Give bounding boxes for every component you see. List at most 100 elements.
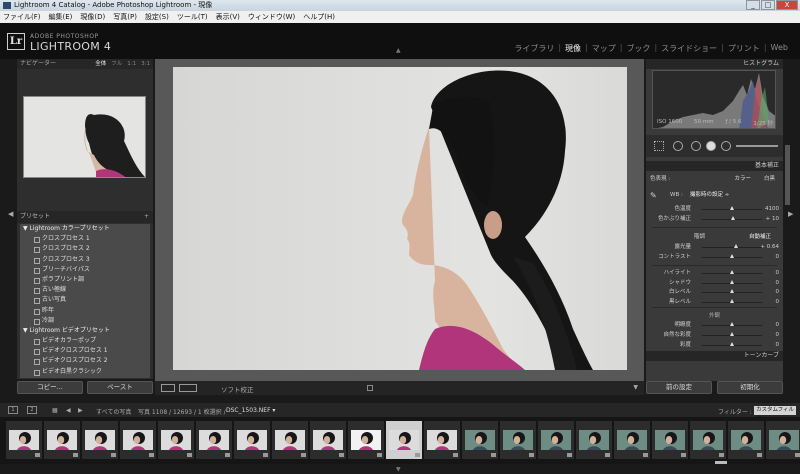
menu-settings[interactable]: 設定(S) bbox=[145, 12, 169, 22]
slider-value[interactable]: 0 bbox=[776, 341, 780, 350]
zoom-1-1[interactable]: 1:1 bbox=[127, 59, 136, 69]
slider-thumb[interactable] bbox=[729, 279, 734, 284]
filmstrip-thumbnail[interactable] bbox=[272, 421, 308, 459]
slider-value[interactable]: 0 bbox=[776, 331, 780, 340]
preset-item[interactable]: クロスプロセス 2 bbox=[20, 244, 150, 254]
auto-tone-button[interactable]: 自動補正 bbox=[749, 233, 771, 242]
filmstrip-thumbnail[interactable] bbox=[6, 421, 42, 459]
filmstrip-thumbnail[interactable] bbox=[576, 421, 612, 459]
module-print[interactable]: プリント bbox=[724, 43, 764, 54]
adjustment-brush-icon[interactable] bbox=[721, 141, 731, 151]
zoom-fit[interactable]: 全体 bbox=[95, 59, 106, 69]
preset-item[interactable]: 古い写真 bbox=[20, 295, 150, 305]
filmstrip-thumbnail[interactable] bbox=[728, 421, 764, 459]
back-arrow-icon[interactable]: ◀ bbox=[66, 407, 71, 414]
filmstrip-thumbnail[interactable] bbox=[538, 421, 574, 459]
module-map[interactable]: マップ bbox=[588, 43, 620, 54]
navigator-header[interactable]: ナビゲーター 全体 フル 1:1 3:1 bbox=[17, 59, 153, 69]
filmstrip-thumbnail[interactable] bbox=[234, 421, 270, 459]
slider-thumb[interactable] bbox=[729, 254, 734, 258]
preset-item[interactable]: 古い極線 bbox=[20, 285, 150, 295]
eyedropper-icon[interactable]: ✎ bbox=[650, 191, 657, 200]
slider-thumb[interactable] bbox=[734, 244, 739, 248]
filmstrip-thumbnail[interactable] bbox=[82, 421, 118, 459]
slider-value[interactable]: 4100 bbox=[765, 205, 779, 214]
histogram-header[interactable]: ヒストグラム bbox=[646, 59, 783, 69]
preset-item[interactable]: ポラプリント調 bbox=[20, 275, 150, 285]
filename[interactable]: DSC_1503.NEF ▾ bbox=[226, 407, 275, 414]
slider-value[interactable]: 0 bbox=[776, 298, 780, 307]
slider-thumb[interactable] bbox=[729, 332, 734, 336]
menu-tools[interactable]: ツール(T) bbox=[177, 12, 208, 22]
collapse-bottom-arrow-icon[interactable]: ▼ bbox=[396, 466, 401, 473]
slider-value[interactable]: + 10 bbox=[766, 215, 779, 224]
grid-view-icon[interactable]: ▦ bbox=[52, 407, 58, 414]
filmstrip-scrollbar[interactable] bbox=[715, 461, 727, 464]
preset-item[interactable]: ビデオ白黒クラシック bbox=[20, 367, 150, 377]
slider-thumb[interactable] bbox=[729, 206, 734, 210]
menu-photo[interactable]: 写真(P) bbox=[113, 12, 137, 22]
red-eye-icon[interactable] bbox=[691, 141, 701, 151]
filmstrip-thumbnail[interactable] bbox=[120, 421, 156, 459]
menu-help[interactable]: ヘルプ(H) bbox=[303, 12, 335, 22]
filter-dropdown[interactable]: カスタムフィルター ÷ bbox=[754, 406, 796, 422]
page-1-button[interactable]: 1 bbox=[8, 406, 18, 414]
filmstrip-thumbnail[interactable] bbox=[310, 421, 346, 459]
main-photo[interactable] bbox=[173, 67, 627, 370]
filmstrip-thumbnail[interactable] bbox=[348, 421, 384, 459]
copy-button[interactable]: コピー... bbox=[17, 381, 83, 394]
slider-thumb[interactable] bbox=[731, 216, 736, 220]
filmstrip-thumbnail[interactable] bbox=[44, 421, 80, 459]
filmstrip-thumbnail[interactable] bbox=[766, 421, 800, 459]
zoom-3-1[interactable]: 3:1 bbox=[141, 59, 150, 69]
slider-thumb[interactable] bbox=[729, 270, 734, 274]
module-book[interactable]: ブック bbox=[622, 43, 654, 54]
preset-item[interactable]: ビデオクロスプロセス 2 bbox=[20, 356, 150, 366]
tone-curve-header[interactable]: トーンカーブ bbox=[646, 351, 783, 361]
add-preset-icon[interactable]: + bbox=[144, 211, 149, 223]
collapse-top-arrow-icon[interactable]: ▲ bbox=[396, 47, 401, 54]
filmstrip-thumbnail[interactable] bbox=[500, 421, 536, 459]
tool-slider[interactable] bbox=[736, 145, 778, 147]
zoom-fill[interactable]: フル bbox=[111, 59, 122, 69]
filmstrip-thumbnail[interactable] bbox=[424, 421, 460, 459]
paste-button[interactable]: ペースト bbox=[87, 381, 153, 394]
slider-value[interactable]: 0 bbox=[776, 253, 780, 262]
module-web[interactable]: Web bbox=[767, 43, 792, 54]
maximize-button[interactable]: □ bbox=[761, 0, 775, 10]
filmstrip-thumbnail[interactable] bbox=[652, 421, 688, 459]
right-panel-scrollbar[interactable] bbox=[785, 145, 790, 205]
menu-file[interactable]: ファイル(F) bbox=[3, 12, 41, 22]
slider-track[interactable] bbox=[702, 247, 762, 248]
page-2-button[interactable]: 2 bbox=[27, 406, 37, 414]
preset-item[interactable]: ビデオクロスプロセス 1 bbox=[20, 346, 150, 356]
toolbar-menu-icon[interactable]: ▼ bbox=[633, 384, 638, 391]
slider-thumb[interactable] bbox=[729, 322, 734, 326]
slider-thumb[interactable] bbox=[729, 342, 734, 346]
filmstrip-thumbnail[interactable] bbox=[158, 421, 194, 459]
wb-dropdown[interactable]: 撮影時の設定 ÷ bbox=[690, 191, 729, 200]
slider-thumb[interactable] bbox=[729, 289, 734, 293]
slider-value[interactable]: 0 bbox=[776, 269, 780, 278]
collapse-left-arrow-icon[interactable]: ◀ bbox=[8, 210, 13, 218]
crop-overlay-icon[interactable] bbox=[654, 141, 664, 151]
filmstrip-thumbnail[interactable] bbox=[462, 421, 498, 459]
before-after-view-icon[interactable] bbox=[179, 384, 197, 392]
source-label[interactable]: すべての写真 bbox=[96, 407, 131, 416]
basic-header[interactable]: 基本補正 bbox=[646, 161, 783, 171]
preset-item[interactable]: クロスプロセス 1 bbox=[20, 234, 150, 244]
preset-item[interactable]: ブリーチバイパス bbox=[20, 265, 150, 275]
presets-header[interactable]: プリセット + bbox=[17, 211, 153, 223]
filmstrip-thumbnail[interactable] bbox=[386, 421, 422, 459]
filmstrip-thumbnail[interactable] bbox=[614, 421, 650, 459]
menu-window[interactable]: ウィンドウ(W) bbox=[248, 12, 295, 22]
preset-folder[interactable]: ▼ Lightroom カラープリセット bbox=[20, 224, 150, 234]
treatment-bw[interactable]: 白黒 bbox=[764, 175, 775, 184]
slider-value[interactable]: 0 bbox=[776, 321, 780, 330]
close-button[interactable]: X bbox=[776, 0, 798, 10]
reset-button[interactable]: 初期化 bbox=[717, 381, 783, 394]
slider-value[interactable]: 0 bbox=[776, 279, 780, 288]
menu-view[interactable]: 表示(V) bbox=[216, 12, 240, 22]
preset-item[interactable]: 冷調 bbox=[20, 316, 150, 326]
module-library[interactable]: ライブラリ bbox=[510, 43, 558, 54]
